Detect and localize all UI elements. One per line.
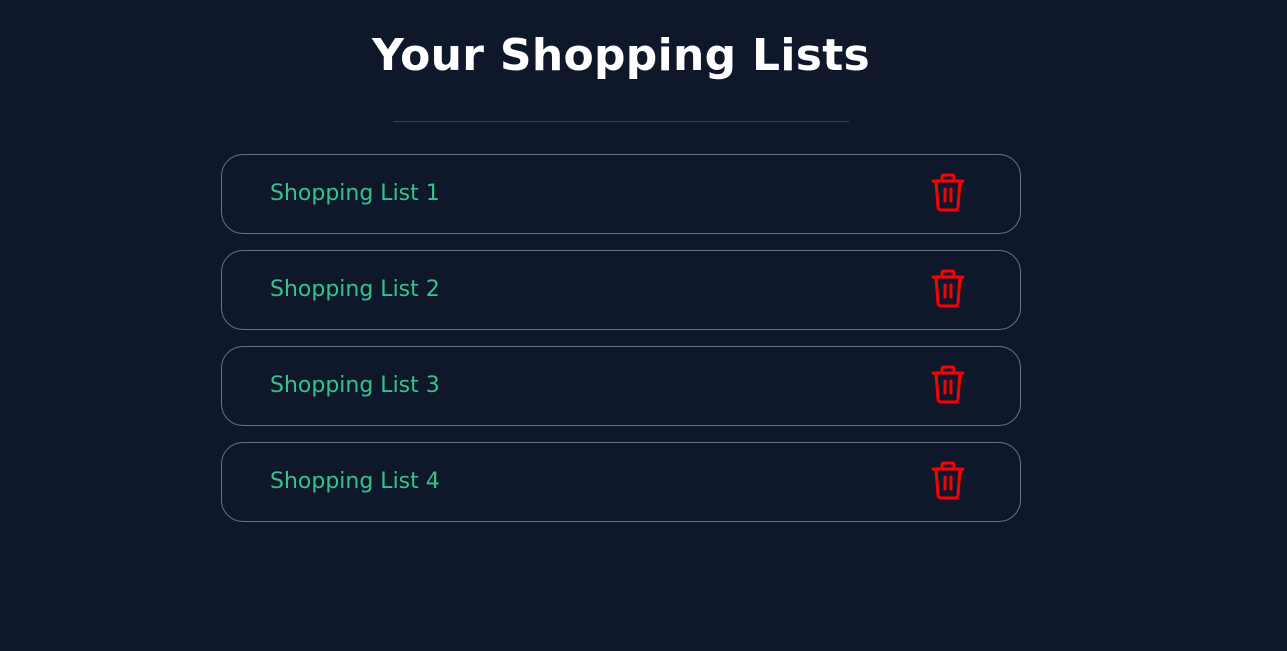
shopping-lists-page: Your Shopping Lists Shopping List 1 Shop… (0, 0, 1287, 651)
shopping-list-item[interactable]: Shopping List 2 (221, 250, 1021, 330)
shopping-list-name[interactable]: Shopping List 1 (270, 180, 440, 208)
title-divider (393, 121, 849, 122)
shopping-list-item[interactable]: Shopping List 4 (221, 442, 1021, 522)
delete-list-button[interactable] (928, 266, 968, 310)
page-title: Your Shopping Lists (371, 30, 871, 81)
delete-list-button[interactable] (928, 170, 968, 214)
trash-icon (931, 269, 965, 308)
shopping-lists: Shopping List 1 Shopping List 2 Shopping… (221, 154, 1021, 538)
shopping-list-item[interactable]: Shopping List 1 (221, 154, 1021, 234)
trash-icon (931, 461, 965, 500)
delete-list-button[interactable] (928, 458, 968, 502)
shopping-list-name[interactable]: Shopping List 3 (270, 372, 440, 400)
delete-list-button[interactable] (928, 362, 968, 406)
shopping-list-name[interactable]: Shopping List 2 (270, 276, 440, 304)
trash-icon (931, 365, 965, 404)
shopping-list-item[interactable]: Shopping List 3 (221, 346, 1021, 426)
shopping-list-name[interactable]: Shopping List 4 (270, 468, 440, 496)
trash-icon (931, 173, 965, 212)
